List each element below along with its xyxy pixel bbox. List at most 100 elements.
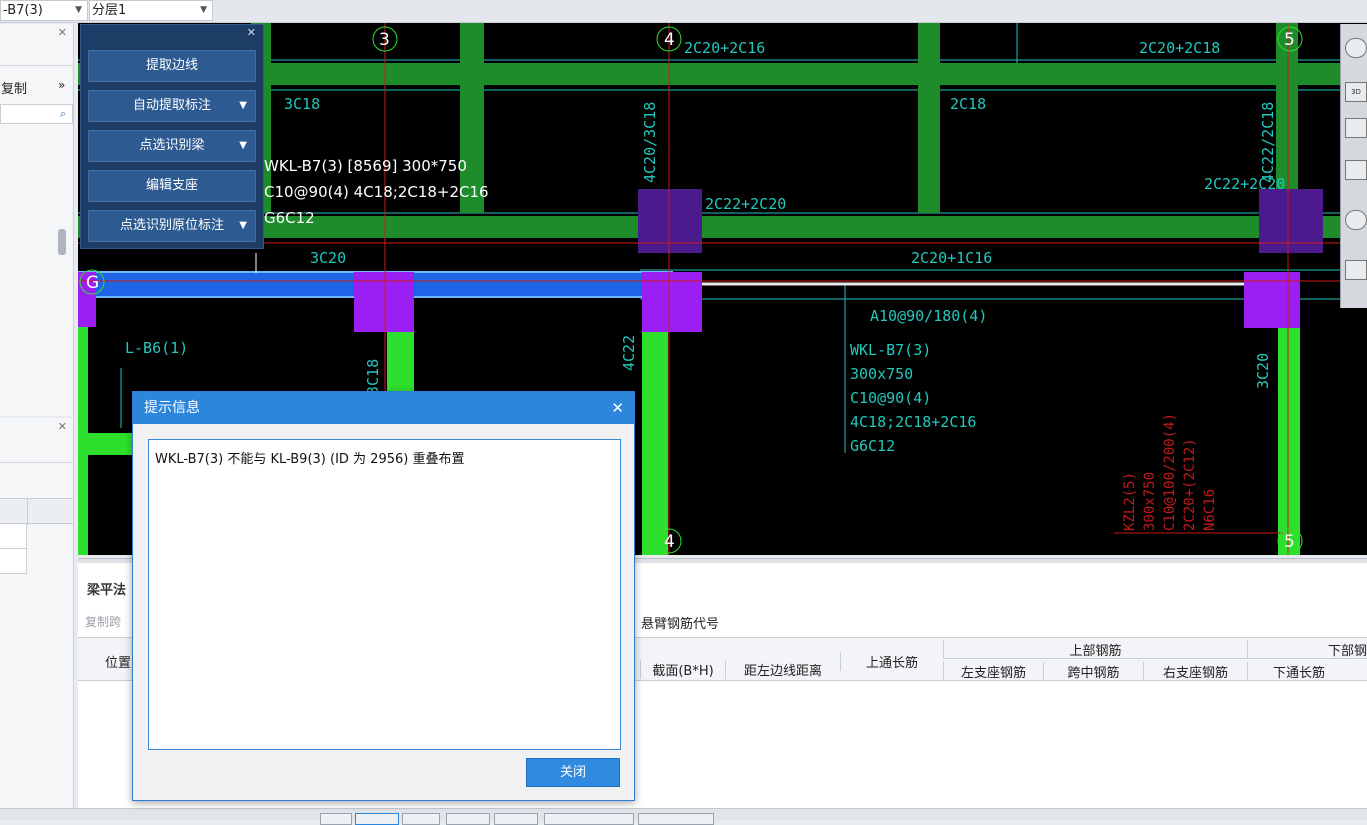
annotation: 3C20: [1254, 353, 1272, 389]
annotation: 4C20/3C18: [641, 102, 659, 183]
header-bottom-continuous: 下通长筋: [1247, 662, 1350, 681]
top-view-icon[interactable]: [1345, 118, 1367, 138]
chevron-down-icon[interactable]: ▼: [75, 1, 82, 20]
beam-label: G6C12: [264, 209, 315, 227]
annotation: 2C20+2C18: [1139, 39, 1220, 57]
annotation: 4C22/2C18: [1259, 102, 1277, 183]
cantilever-rebar-code-button[interactable]: 悬臂钢筋代号: [641, 613, 719, 632]
annotation: L-B6(1): [125, 339, 188, 357]
annotation: 3C18: [284, 95, 320, 113]
annotation: G6C12: [850, 437, 895, 455]
expand-icon[interactable]: »: [58, 78, 65, 92]
grid-icon[interactable]: [1345, 260, 1367, 280]
property-row[interactable]: [0, 549, 27, 574]
beam-label: C10@90(4) 4C18;2C18+2C16: [264, 183, 489, 201]
edit-support-label: 编辑支座: [145, 178, 198, 193]
edit-support-button[interactable]: 编辑支座: [88, 170, 256, 202]
pick-identify-beam-label: 点选识别梁: [139, 138, 205, 153]
rotate-icon[interactable]: [1345, 210, 1367, 230]
annotation: WKL-B7(3): [850, 341, 931, 359]
left-panel-bottom: ✕: [0, 418, 74, 808]
status-button[interactable]: [446, 813, 490, 825]
left-panel-top: ✕ 复制 » ⌕: [0, 24, 74, 416]
annotation: 3C20: [310, 249, 346, 267]
header-edge-distance: 距左边线距离: [725, 660, 840, 679]
close-icon[interactable]: ✕: [611, 392, 624, 424]
close-icon[interactable]: ✕: [247, 26, 256, 39]
column-annotation: N6C16: [1202, 489, 1218, 531]
status-button[interactable]: [544, 813, 634, 825]
dialog-title: 提示信息: [144, 400, 200, 416]
recognition-tool-panel: ✕ 提取边线 自动提取标注 ▼ 点选识别梁 ▼ 编辑支座 点选识别原位标注 ▼: [80, 24, 264, 249]
pick-identify-original-label-button[interactable]: 点选识别原位标注 ▼: [88, 210, 256, 242]
view-toolbar: 3D: [1340, 24, 1367, 308]
element-selector[interactable]: -B7(3) ▼: [0, 0, 88, 21]
close-icon[interactable]: ✕: [58, 420, 67, 433]
column-annotation: C10@100/200(4): [1162, 413, 1178, 531]
close-button[interactable]: 关闭: [526, 758, 620, 787]
annotation: 3C18: [364, 359, 382, 395]
dropdown-arrow-icon[interactable]: ▼: [239, 211, 247, 241]
column-annotation: 300x750: [1142, 472, 1158, 531]
annotation: 2C18: [950, 95, 986, 113]
search-icon[interactable]: ⌕: [60, 107, 66, 121]
info-dialog: 提示信息 ✕ WKL-B7(3) 不能与 KL-B9(3) (ID 为 2956…: [132, 391, 635, 801]
orbit-icon[interactable]: [1345, 38, 1367, 58]
divider: [0, 65, 73, 66]
copy-span-button[interactable]: 复制跨: [85, 613, 121, 630]
annotation: 2C22+2C20: [705, 195, 786, 213]
header-section: 截面(B*H): [640, 660, 725, 679]
extract-edge-label: 提取边线: [145, 58, 198, 73]
dialog-title-bar[interactable]: 提示信息 ✕: [133, 392, 634, 424]
annotation: 2C20+2C16: [684, 39, 765, 57]
auto-extract-label: 自动提取标注: [132, 98, 211, 113]
header-mid-span: 跨中钢筋: [1043, 662, 1143, 681]
status-button[interactable]: [638, 813, 714, 825]
copy-label[interactable]: 复制: [1, 78, 27, 97]
pick-identify-beam-button[interactable]: 点选识别梁 ▼: [88, 130, 256, 162]
element-selector-value: -B7(3): [3, 3, 43, 18]
header-left-support: 左支座钢筋: [943, 662, 1043, 681]
property-row[interactable]: [0, 524, 27, 549]
axis-label-4-bottom: 4: [664, 532, 675, 552]
column-annotation: 2C20+(2C12): [1182, 438, 1198, 531]
dialog-message: WKL-B7(3) 不能与 KL-B9(3) (ID 为 2956) 重叠布置: [155, 452, 465, 467]
status-button[interactable]: [320, 813, 352, 825]
grid-title: 梁平法: [87, 583, 127, 598]
header-top-continuous: 上通长筋: [840, 652, 943, 671]
close-icon[interactable]: ✕: [58, 26, 67, 39]
annotation: 4C18;2C18+2C16: [850, 413, 976, 431]
axis-label-4: 4: [664, 30, 675, 50]
axis-label-5-bottom: 5: [1284, 532, 1295, 552]
property-grid-header: [0, 498, 73, 525]
annotation: 300x750: [850, 365, 913, 383]
auto-extract-label-button[interactable]: 自动提取标注 ▼: [88, 90, 256, 122]
annotation: 4C22: [620, 335, 638, 371]
status-button[interactable]: [355, 813, 399, 825]
layer-selector[interactable]: 分层1 ▼: [89, 0, 213, 21]
dropdown-arrow-icon[interactable]: ▼: [239, 91, 247, 121]
annotation: A10@90/180(4): [870, 307, 987, 325]
header-top-rebar: 上部钢筋: [943, 640, 1247, 659]
header-bottom-rebar: 下部钢: [1247, 640, 1367, 659]
status-button[interactable]: [402, 813, 440, 825]
top-toolbar: -B7(3) ▼ 分层1 ▼: [0, 0, 1367, 23]
divider: [0, 462, 73, 463]
axis-label-3: 3: [379, 30, 390, 50]
annotation: 2C20+1C16: [911, 249, 992, 267]
beam-label: WKL-B7(3) [8569] 300*750: [264, 157, 467, 175]
scrollbar-thumb[interactable]: [58, 229, 66, 255]
status-button[interactable]: [494, 813, 538, 825]
box-view-icon[interactable]: [1345, 160, 1367, 180]
3d-view-icon[interactable]: 3D: [1345, 82, 1367, 102]
status-bar: [0, 808, 1367, 825]
axis-label-5: 5: [1284, 30, 1295, 50]
axis-label-g: G: [86, 273, 99, 293]
extract-edge-button[interactable]: 提取边线: [88, 50, 256, 82]
dropdown-arrow-icon[interactable]: ▼: [239, 131, 247, 161]
chevron-down-icon[interactable]: ▼: [200, 1, 207, 20]
search-input[interactable]: ⌕: [0, 104, 73, 124]
header-right-support: 右支座钢筋: [1143, 662, 1247, 681]
dialog-message-box: WKL-B7(3) 不能与 KL-B9(3) (ID 为 2956) 重叠布置: [148, 439, 621, 750]
pick-identify-original-label: 点选识别原位标注: [119, 218, 224, 233]
